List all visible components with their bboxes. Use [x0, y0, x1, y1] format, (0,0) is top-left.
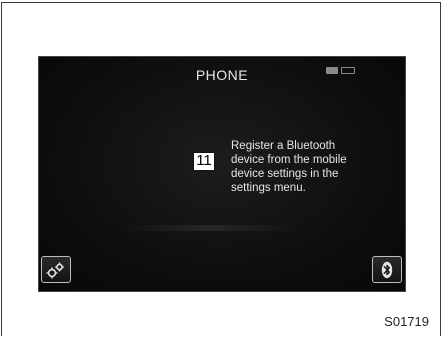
- settings-button[interactable]: [41, 256, 71, 283]
- bluetooth-button[interactable]: [372, 256, 402, 283]
- message-line: Register a Bluetooth: [231, 140, 336, 152]
- message-line: device settings in the: [231, 168, 339, 180]
- screen-reflection: [119, 225, 299, 231]
- register-message: Register a Bluetooth device from the mob…: [231, 139, 401, 195]
- phone-screen: PHONE Register a Bluetooth device from t…: [38, 56, 406, 292]
- bluetooth-icon: [381, 261, 393, 278]
- message-line: settings menu.: [231, 182, 306, 194]
- message-line: device from the mobile: [231, 154, 347, 166]
- callout-number: 11: [193, 152, 215, 171]
- figure-code: S01719: [384, 314, 429, 329]
- status-bar: [326, 67, 355, 74]
- gears-icon: [46, 261, 65, 279]
- battery-icon: [341, 67, 355, 74]
- bluetooth-status-icon: [326, 67, 338, 74]
